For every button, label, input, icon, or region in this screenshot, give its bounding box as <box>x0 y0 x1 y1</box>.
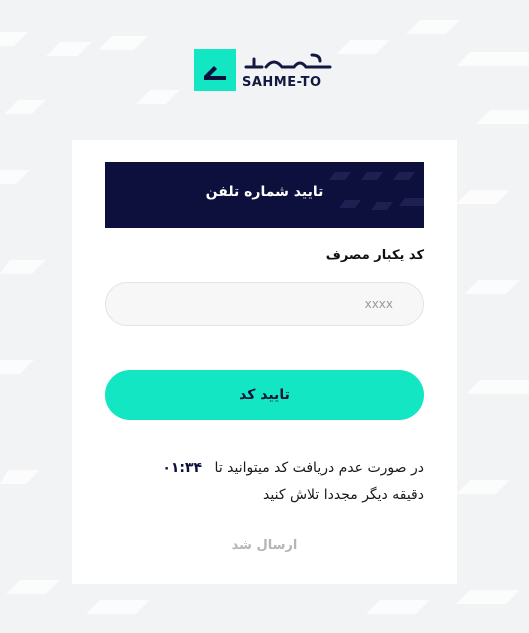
card-header: تایید شماره تلفن <box>105 162 424 228</box>
info-text-line2: دقیقه دیگر مجددا تلاش کنید <box>263 487 424 503</box>
code-field-label: کد یکبار مصرف <box>325 248 424 263</box>
resend-info-text: در صورت عدم دریافت کد میتوانید تا ۰۱:۳۴ <box>162 460 424 476</box>
confirm-code-button[interactable]: تایید کد <box>105 370 424 420</box>
arrow-mark-icon <box>194 49 236 91</box>
resend-button[interactable]: ارسال شد <box>72 538 457 553</box>
info-text-line1: در صورت عدم دریافت کد میتوانید تا <box>214 460 424 476</box>
otp-code-input[interactable] <box>105 282 424 326</box>
verification-card: تایید شماره تلفن کد یکبار مصرف تایید کد … <box>72 140 457 584</box>
brand-name: SAHME-TO <box>242 74 322 90</box>
brand-logo: SAHME-TO <box>194 49 334 91</box>
logo-script-mark <box>244 53 332 68</box>
countdown-timer: ۰۱:۳۴ <box>162 460 203 476</box>
card-title: تایید شماره تلفن <box>205 184 324 200</box>
